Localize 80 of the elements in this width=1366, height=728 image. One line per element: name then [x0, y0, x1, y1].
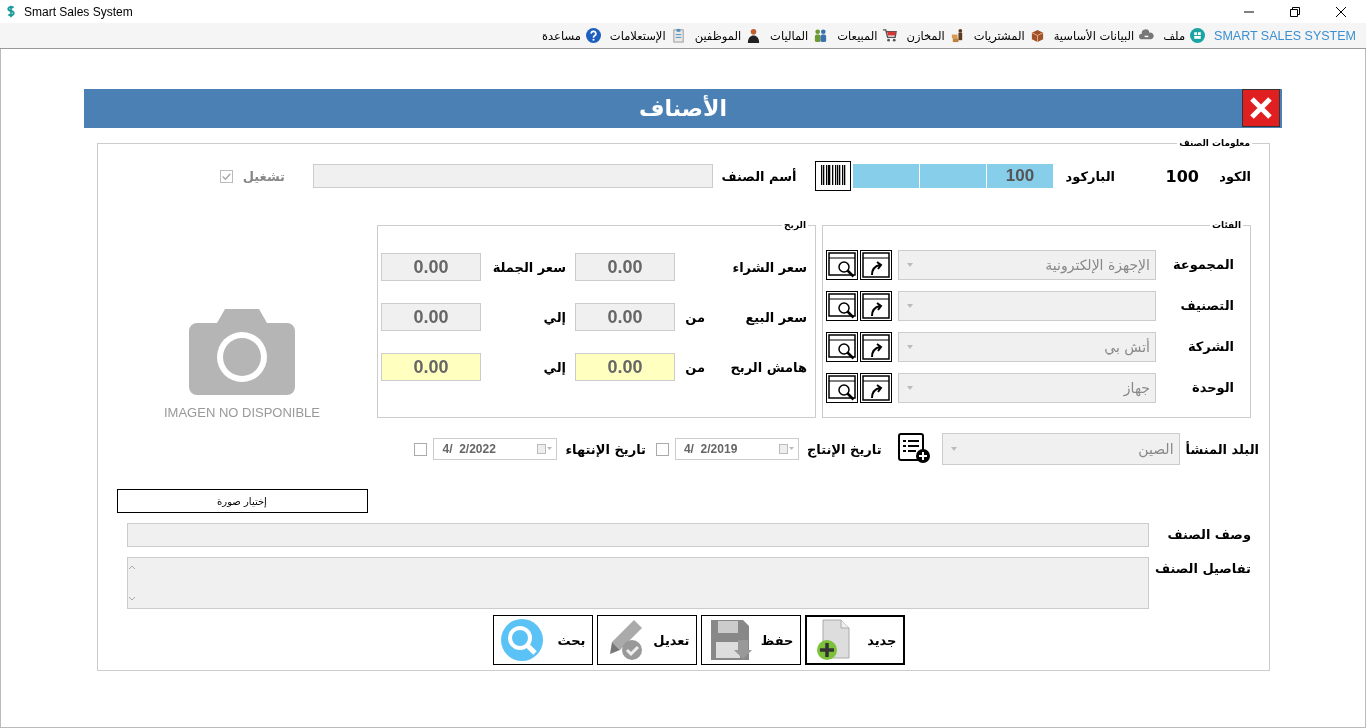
window-search-icon[interactable] [826, 331, 858, 362]
form-title: الأصناف [639, 96, 727, 121]
field-label: سعر البيع [744, 309, 807, 325]
field-label: الوحدة [1190, 380, 1235, 395]
date-picker[interactable]: 4/ 2/2019 [674, 438, 799, 460]
box-icon [1029, 28, 1045, 43]
number-field[interactable]: 0.00 [575, 303, 675, 331]
help-icon [585, 28, 601, 43]
origin-label: البلد المنشأ [1185, 441, 1259, 457]
code-label: الكود [1218, 168, 1251, 184]
field-label: سعر الشراء [731, 259, 807, 275]
field-label: الشركة [1186, 339, 1235, 354]
window-arrow-icon[interactable] [860, 372, 892, 403]
boxes-icon [949, 28, 965, 43]
number-field[interactable]: 0.00 [381, 253, 481, 281]
action-button[interactable]: بحث [492, 615, 593, 665]
group-legend: الربح [782, 220, 808, 230]
window-arrow-icon[interactable] [860, 249, 892, 280]
window-arrow-icon[interactable] [860, 290, 892, 321]
grid-icon [1190, 28, 1206, 43]
barcode-icon[interactable] [815, 161, 851, 191]
menu-item[interactable]: المخازن [906, 28, 945, 43]
field-label: من [685, 309, 705, 325]
people-icon [813, 28, 829, 43]
menu-item[interactable]: المشتريات [973, 28, 1025, 43]
image-caption: IMAGEN NO DISPONIBLE [164, 405, 321, 420]
number-field[interactable]: 0.00 [381, 353, 481, 381]
description-label: وصف الصنف [1166, 526, 1251, 542]
person-icon [746, 28, 762, 43]
window-title: Smart Sales System [24, 4, 133, 19]
item-name-label: أسم الصنف [720, 168, 798, 184]
list-add-icon[interactable] [897, 433, 932, 465]
item-name-field[interactable] [313, 164, 713, 188]
field-label: إلي [543, 359, 566, 375]
maximize-icon[interactable] [1290, 6, 1300, 17]
menu-item[interactable]: الموظفين [694, 28, 742, 43]
field-label: من [685, 359, 705, 375]
dollar-icon [6, 4, 16, 19]
group-legend: الفئات [1209, 220, 1243, 230]
cart-icon [882, 28, 898, 43]
clipboard-icon [670, 28, 686, 43]
field-label: التصنيف [1179, 298, 1235, 313]
choose-image-button[interactable]: إختيار صورة [116, 489, 368, 513]
window-search-icon[interactable] [826, 249, 858, 280]
close-icon[interactable] [1336, 6, 1346, 17]
window-arrow-icon[interactable] [860, 331, 892, 362]
menu-item[interactable]: ملف [1163, 28, 1186, 43]
action-button[interactable]: تعديل [596, 615, 697, 665]
group-legend: معلومات الصنف [1177, 138, 1252, 148]
number-field[interactable]: 0.00 [575, 353, 675, 381]
field-label: إلي [543, 309, 566, 325]
barcode-field[interactable]: 100 [853, 164, 1053, 188]
date-label: تاريخ الإنتهاء [565, 441, 646, 457]
close-icon[interactable] [1242, 89, 1280, 127]
menu-item[interactable]: البيانات الأساسية [1053, 28, 1135, 43]
action-button[interactable]: جديد [804, 615, 905, 665]
camera-icon [189, 309, 295, 395]
field-label: سعر الجملة [492, 259, 566, 275]
code-value: 100 [1164, 166, 1199, 186]
field-label: المجموعة [1171, 257, 1235, 272]
menu-item[interactable]: المبيعات [837, 28, 878, 43]
search-icon [499, 618, 544, 662]
details-field[interactable] [127, 557, 1149, 609]
date-checkbox[interactable] [414, 442, 428, 456]
menu-item[interactable]: مساعدة [542, 28, 581, 43]
number-field[interactable]: 0.00 [575, 253, 675, 281]
active-label: تشغيل [242, 168, 285, 184]
description-field[interactable] [127, 523, 1149, 547]
date-picker[interactable]: 4/ 2/2022 [433, 438, 558, 460]
date-label: تاريخ الإنتاج [806, 441, 882, 457]
barcode-label: الباركود [1064, 168, 1115, 184]
window-search-icon[interactable] [826, 372, 858, 403]
date-checkbox[interactable] [655, 442, 669, 456]
menu-item[interactable]: الماليات [770, 28, 809, 43]
action-button[interactable]: حفظ [700, 615, 801, 665]
menu-item[interactable]: الإستعلامات [609, 28, 666, 43]
field-label: هامش الربح [729, 359, 807, 375]
number-field[interactable]: 0.00 [381, 303, 481, 331]
window-search-icon[interactable] [826, 290, 858, 321]
details-label: تفاصيل الصنف [1155, 560, 1251, 576]
